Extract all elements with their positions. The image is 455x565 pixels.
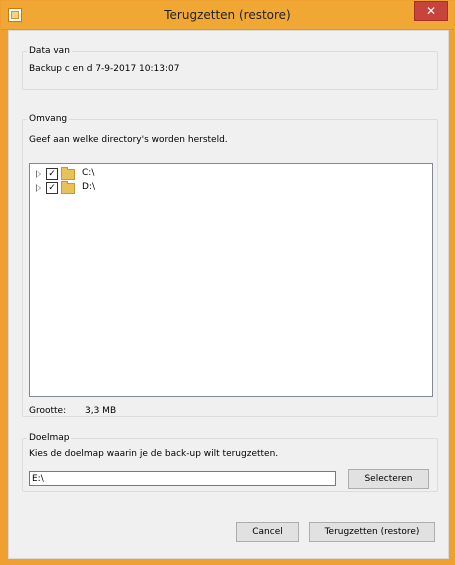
directory-tree[interactable]: ✓ C:\ ✓ D:\	[29, 163, 433, 397]
expand-arrow-icon[interactable]	[36, 184, 41, 192]
doelmap-group: Doelmap Kies de doelmap waarin je de bac…	[22, 433, 438, 492]
title-bar[interactable]: Terugzetten (restore) ✕	[1, 1, 454, 30]
close-button[interactable]: ✕	[414, 1, 448, 21]
folder-icon	[61, 167, 75, 180]
data-van-legend: Data van	[29, 46, 70, 56]
dialog-body: Data van Backup c en d 7-9-2017 10:13:07…	[8, 30, 449, 559]
checkbox-c[interactable]: ✓	[46, 168, 58, 180]
tree-label-c[interactable]: C:\	[82, 168, 94, 178]
restore-dialog: Terugzetten (restore) ✕ Data van Backup …	[0, 0, 455, 565]
size-value: 3,3 MB	[85, 406, 117, 416]
folder-icon	[61, 181, 75, 194]
omvang-group: Omvang Geef aan welke directory's worden…	[22, 114, 438, 417]
doelmap-legend: Doelmap	[29, 433, 70, 443]
select-folder-button[interactable]: Selecteren	[348, 469, 429, 489]
expand-arrow-icon[interactable]	[36, 170, 41, 178]
checkbox-d[interactable]: ✓	[46, 182, 58, 194]
tree-label-d[interactable]: D:\	[82, 182, 95, 192]
data-van-group: Data van Backup c en d 7-9-2017 10:13:07	[22, 46, 438, 90]
backup-name: Backup c en d 7-9-2017 10:13:07	[29, 64, 180, 74]
restore-button[interactable]: Terugzetten (restore)	[309, 522, 435, 542]
size-label: Grootte:	[29, 406, 67, 416]
cancel-button[interactable]: Cancel	[236, 522, 299, 542]
omvang-instruction: Geef aan welke directory's worden herste…	[29, 135, 228, 145]
window-title: Terugzetten (restore)	[164, 8, 291, 22]
destination-path-field[interactable]: E:\	[29, 471, 336, 486]
omvang-legend: Omvang	[29, 114, 68, 124]
doelmap-instruction: Kies de doelmap waarin je de back-up wil…	[29, 449, 279, 459]
